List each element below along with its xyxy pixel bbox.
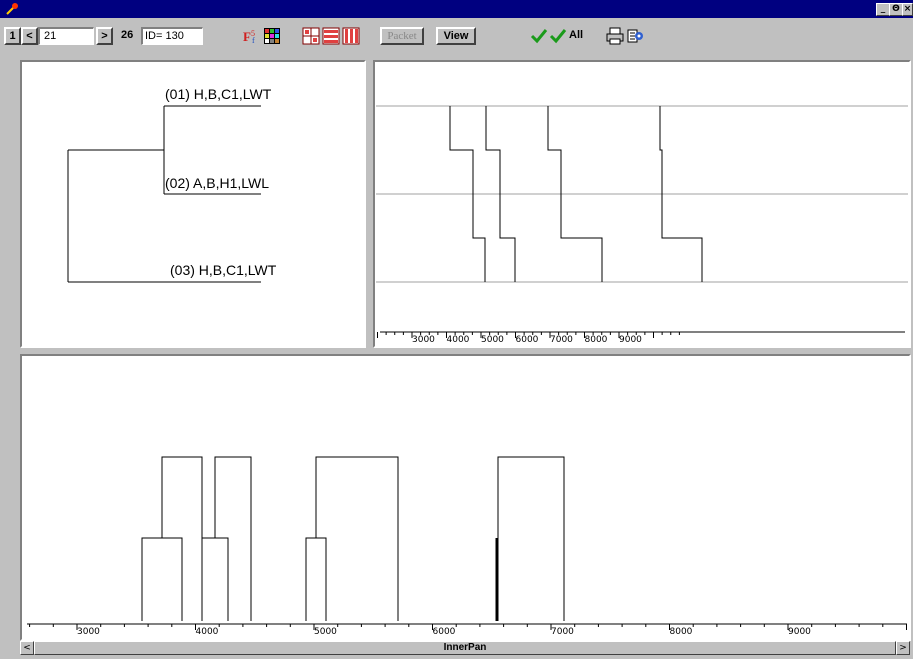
bottom-axis-label: 7000 [551,627,574,637]
close-button[interactable]: × [902,3,913,16]
innerpan-panel: 3000 4000 5000 6000 7000 8000 9000 [20,354,911,641]
top-axis-label: 7000 [550,335,573,345]
check-all-icon[interactable] [549,27,567,45]
top-axis-label: 5000 [481,335,504,345]
toolbar: 1 < 21 > 26 ID= 130 F 5 f Packet View Al… [0,18,913,56]
tree-leaf-1: (01) H,B,C1,LWT [165,86,272,102]
profile-panel: 3000 4000 5000 6000 7000 8000 9000 [373,60,911,348]
scroll-left-button[interactable]: < [20,641,34,655]
tree-leaf-3: (03) H,B,C1,LWT [170,262,277,278]
minimize-button[interactable]: _ [876,3,890,16]
horizontal-scrollbar[interactable]: < InnerPan > [20,641,910,655]
profile-lanes [376,105,908,283]
next-button[interactable]: > [96,27,113,45]
view-button[interactable]: View [436,27,476,45]
top-axis-label: 4000 [447,335,470,345]
bottom-axis-labels: 3000 4000 5000 6000 7000 8000 9000 [77,627,811,637]
layout-columns-icon[interactable] [342,27,360,45]
tree-panel: (01) H,B,C1,LWT (02) A,B,H1,LWL (03) H,B… [20,60,366,348]
top-axis-label: 9000 [619,335,642,345]
profile-plot: 3000 4000 5000 6000 7000 8000 9000 [376,105,908,345]
bottom-axis-label: 8000 [670,627,693,637]
bottom-axis-label: 5000 [314,627,337,637]
dendrogram: (01) H,B,C1,LWT (02) A,B,H1,LWL (03) H,B… [67,86,277,283]
bottom-axis-label: 3000 [77,627,100,637]
top-axis-label: 3000 [412,335,435,345]
scroll-right-button[interactable]: > [896,641,910,655]
svg-text:F: F [243,29,251,44]
total-count-label: 26 [121,29,134,41]
prev-button[interactable]: < [21,27,38,45]
top-axis-labels: 3000 4000 5000 6000 7000 8000 9000 [412,335,642,345]
packet-button[interactable]: Packet [380,27,424,45]
layout-rows-icon[interactable] [322,27,340,45]
innerpan-plot: 3000 4000 5000 6000 7000 8000 9000 [27,456,907,637]
scroll-thumb[interactable]: InnerPan [34,641,896,655]
bottom-axis-label: 6000 [433,627,456,637]
tree-leaf-2: (02) A,B,H1,LWL [165,175,269,191]
title-bar: _ Θ × [0,0,913,18]
dendrogram-branches [67,105,261,283]
check-all-label[interactable]: All [569,29,583,41]
bottom-axis-label: 9000 [788,627,811,637]
bottom-axis-label: 4000 [196,627,219,637]
layout-grid-icon[interactable] [302,27,320,45]
bottom-axis-tick-marks [29,624,907,630]
svg-text:f: f [252,36,255,45]
top-axis-label: 6000 [516,335,539,345]
id-field[interactable]: ID= 130 [141,27,203,45]
first-button[interactable]: 1 [4,27,21,45]
check-icon[interactable] [530,27,548,45]
print-icon[interactable] [606,27,624,45]
font-icon[interactable]: F 5 f [242,27,260,45]
app-icon [6,3,18,15]
restore-button[interactable]: Θ [889,3,903,16]
innerpan-brackets [141,456,565,621]
color-grid-icon[interactable] [263,27,281,45]
settings-icon[interactable] [627,27,645,45]
top-axis-label: 8000 [585,335,608,345]
current-index-field[interactable]: 21 [38,27,94,45]
